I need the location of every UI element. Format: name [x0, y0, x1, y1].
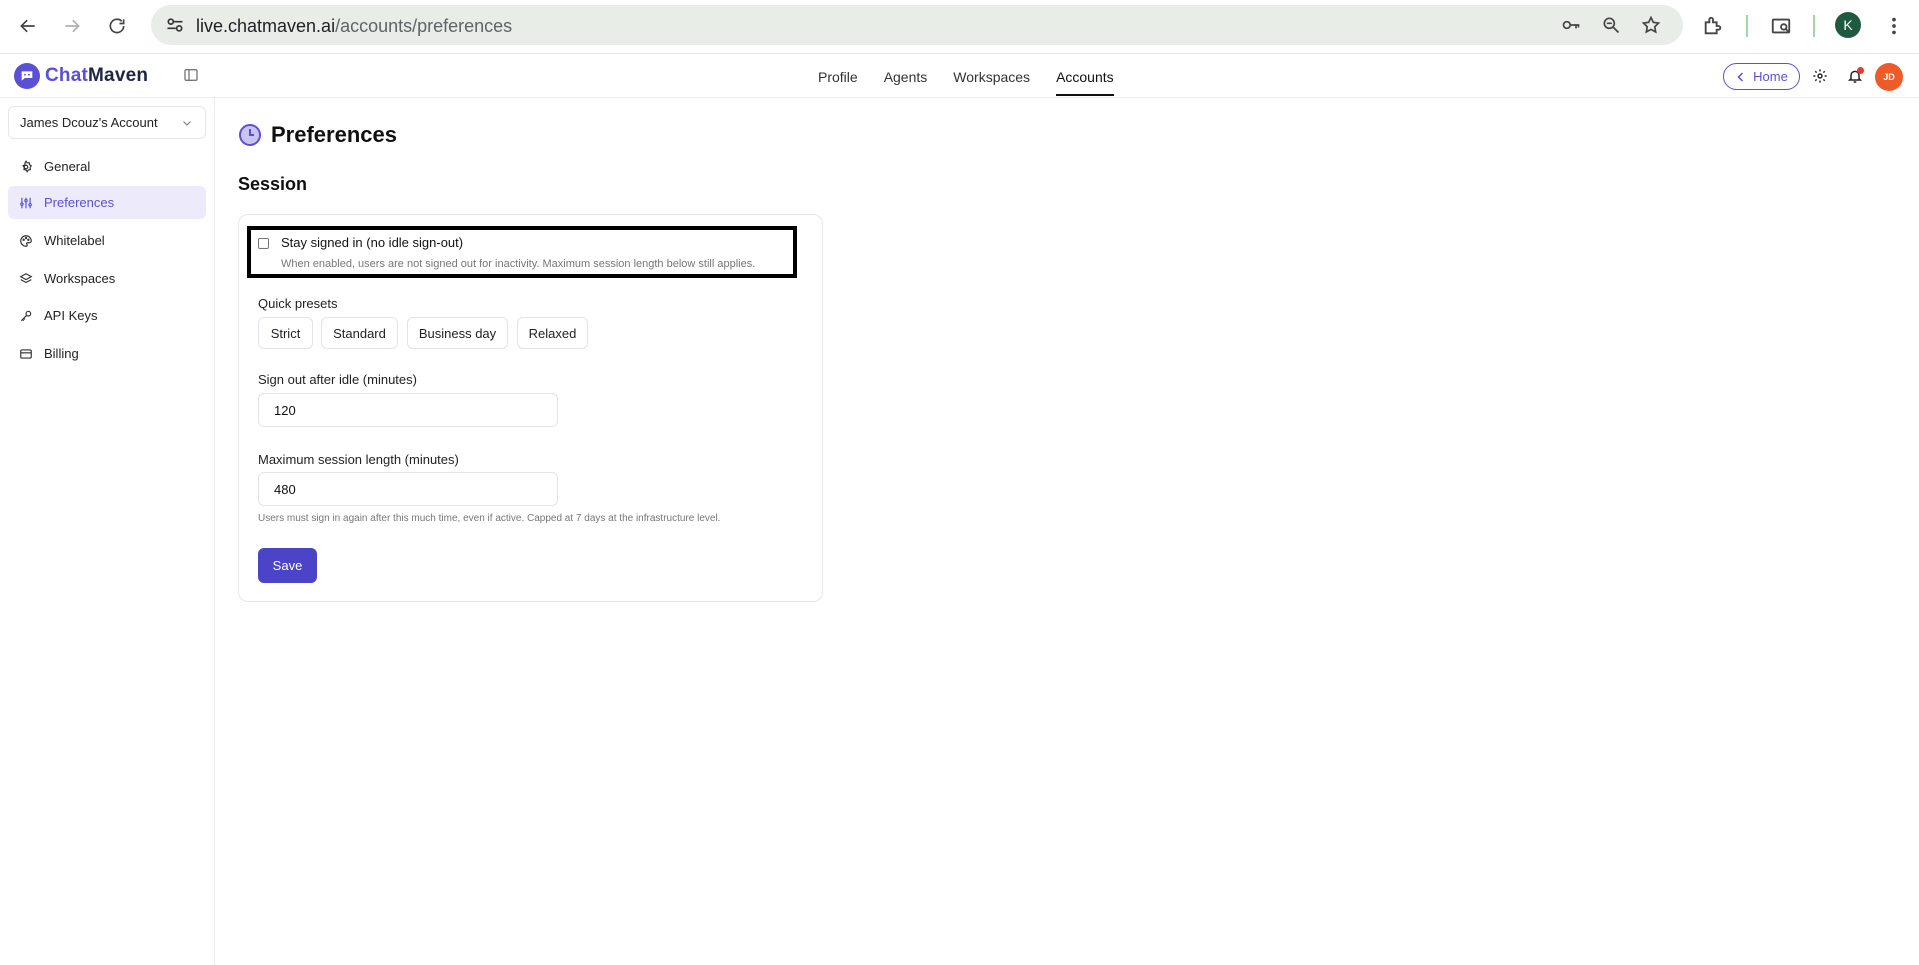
stay-signed-in-checkbox[interactable] [258, 238, 269, 249]
sidebar-item-workspaces[interactable]: Workspaces [8, 262, 206, 295]
arrow-right-icon [65, 19, 80, 33]
palette-icon [19, 234, 33, 248]
max-session-label: Maximum session length (minutes) [258, 452, 459, 467]
max-session-help: Users must sign in again after this much… [258, 513, 721, 524]
bookmark-star-icon[interactable] [1639, 13, 1663, 37]
notification-dot [1857, 67, 1864, 74]
extensions-icon[interactable] [1699, 12, 1727, 40]
forward-button[interactable] [56, 10, 88, 42]
tab-workspaces[interactable]: Workspaces [953, 55, 1030, 98]
stay-signed-in-label[interactable]: Stay signed in (no idle sign-out) [281, 235, 463, 250]
idle-timeout-label: Sign out after idle (minutes) [258, 372, 417, 387]
browser-toolbar: live.chatmaven.ai/accounts/preferences K [0, 0, 1919, 54]
brand-name: ChatMaven [45, 65, 148, 87]
credit-card-icon [19, 347, 33, 361]
sidebar-collapse-icon[interactable] [183, 67, 199, 83]
address-bar[interactable]: live.chatmaven.ai/accounts/preferences [151, 5, 1683, 45]
tab-profile[interactable]: Profile [818, 55, 858, 98]
sidebar-item-whitelabel[interactable]: Whitelabel [8, 224, 206, 257]
reload-icon [109, 18, 125, 34]
url-text[interactable]: live.chatmaven.ai/accounts/preferences [196, 16, 512, 37]
tab-accounts[interactable]: Accounts [1056, 55, 1114, 98]
sidebar-item-label: General [44, 159, 91, 174]
chat-bubble-logo-icon [14, 63, 40, 89]
gear-icon [19, 159, 33, 174]
sidebar-item-api-keys[interactable]: API Keys [8, 299, 206, 332]
brand-name-prefix: Chat [45, 65, 89, 86]
stay-signed-in-highlight [247, 226, 797, 278]
sidebar: James Dcouz's Account General Preference… [0, 98, 215, 965]
tab-agents[interactable]: Agents [884, 55, 928, 98]
section-title-session: Session [238, 174, 308, 194]
sidebar-item-label: Billing [44, 346, 79, 361]
preset-strict-button[interactable]: Strict [258, 317, 313, 349]
sidebar-item-label: API Keys [44, 308, 98, 323]
clock-icon [239, 124, 261, 146]
account-selector[interactable]: James Dcouz's Account [8, 106, 206, 139]
layers-icon [19, 272, 33, 286]
sidebar-item-label: Workspaces [44, 271, 116, 286]
account-selector-label: James Dcouz's Account [20, 115, 158, 130]
home-button-label: Home [1753, 69, 1788, 84]
url-host: live.chatmaven.ai [196, 16, 336, 36]
password-key-icon[interactable] [1559, 13, 1583, 37]
back-button[interactable] [12, 10, 44, 42]
sidebar-item-billing[interactable]: Billing [8, 337, 206, 370]
browser-profile-avatar[interactable]: K [1835, 12, 1861, 38]
idle-timeout-input[interactable] [258, 393, 558, 427]
zoom-icon[interactable] [1599, 13, 1623, 37]
sidebar-item-general[interactable]: General [8, 150, 206, 183]
max-session-input[interactable] [258, 472, 558, 506]
user-avatar[interactable]: JD [1875, 63, 1903, 91]
save-button[interactable]: Save [258, 548, 317, 583]
sliders-icon [19, 196, 33, 210]
settings-gear-icon[interactable] [1810, 66, 1830, 86]
url-path: /accounts/preferences [335, 16, 513, 36]
chevron-down-icon [183, 121, 191, 126]
quick-presets-label: Quick presets [258, 296, 338, 311]
arrow-left-icon [20, 19, 35, 33]
brand[interactable]: ChatMaven [14, 63, 148, 89]
app-header: ChatMaven Profile Agents Workspaces Acco… [0, 55, 1919, 98]
site-settings-icon[interactable] [165, 15, 185, 35]
toolbar-divider [1746, 15, 1748, 37]
chevron-left-icon [1737, 71, 1744, 82]
more-vertical-icon[interactable] [1880, 12, 1908, 40]
top-nav: Profile Agents Workspaces Accounts [818, 55, 1140, 98]
toolbar-divider [1813, 15, 1815, 37]
stay-signed-in-help: When enabled, users are not signed out f… [281, 258, 756, 270]
key-icon [19, 309, 33, 323]
sidebar-item-preferences[interactable]: Preferences [8, 186, 206, 219]
tab-search-icon[interactable] [1767, 12, 1795, 40]
home-button[interactable]: Home [1723, 63, 1800, 90]
notification-bell-icon[interactable] [1845, 66, 1865, 86]
preset-standard-button[interactable]: Standard [321, 317, 398, 349]
sidebar-item-label: Preferences [44, 195, 115, 210]
sidebar-item-label: Whitelabel [44, 233, 105, 248]
page-title: Preferences [271, 122, 397, 147]
page-header: Preferences [238, 122, 397, 148]
preset-business-day-button[interactable]: Business day [407, 317, 508, 349]
preset-relaxed-button[interactable]: Relaxed [517, 317, 588, 349]
reload-button[interactable] [101, 10, 133, 42]
brand-name-suffix: Maven [88, 65, 149, 86]
